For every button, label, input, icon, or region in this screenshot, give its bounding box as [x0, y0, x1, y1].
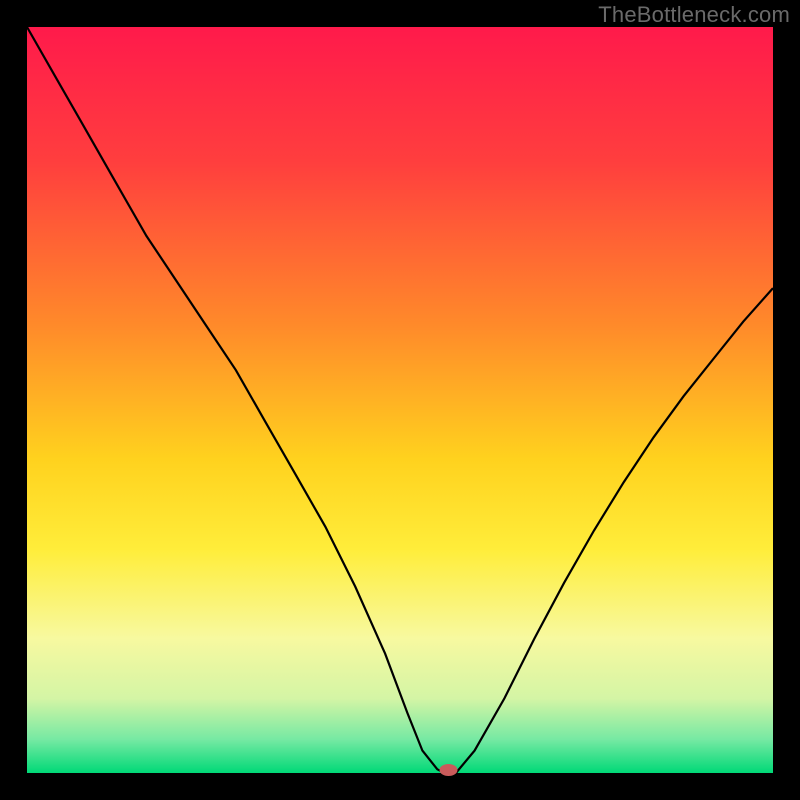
- bottleneck-chart: [0, 0, 800, 800]
- min-point-marker: [439, 764, 457, 776]
- watermark-label: TheBottleneck.com: [598, 2, 790, 28]
- plot-background: [27, 27, 773, 773]
- chart-frame: TheBottleneck.com: [0, 0, 800, 800]
